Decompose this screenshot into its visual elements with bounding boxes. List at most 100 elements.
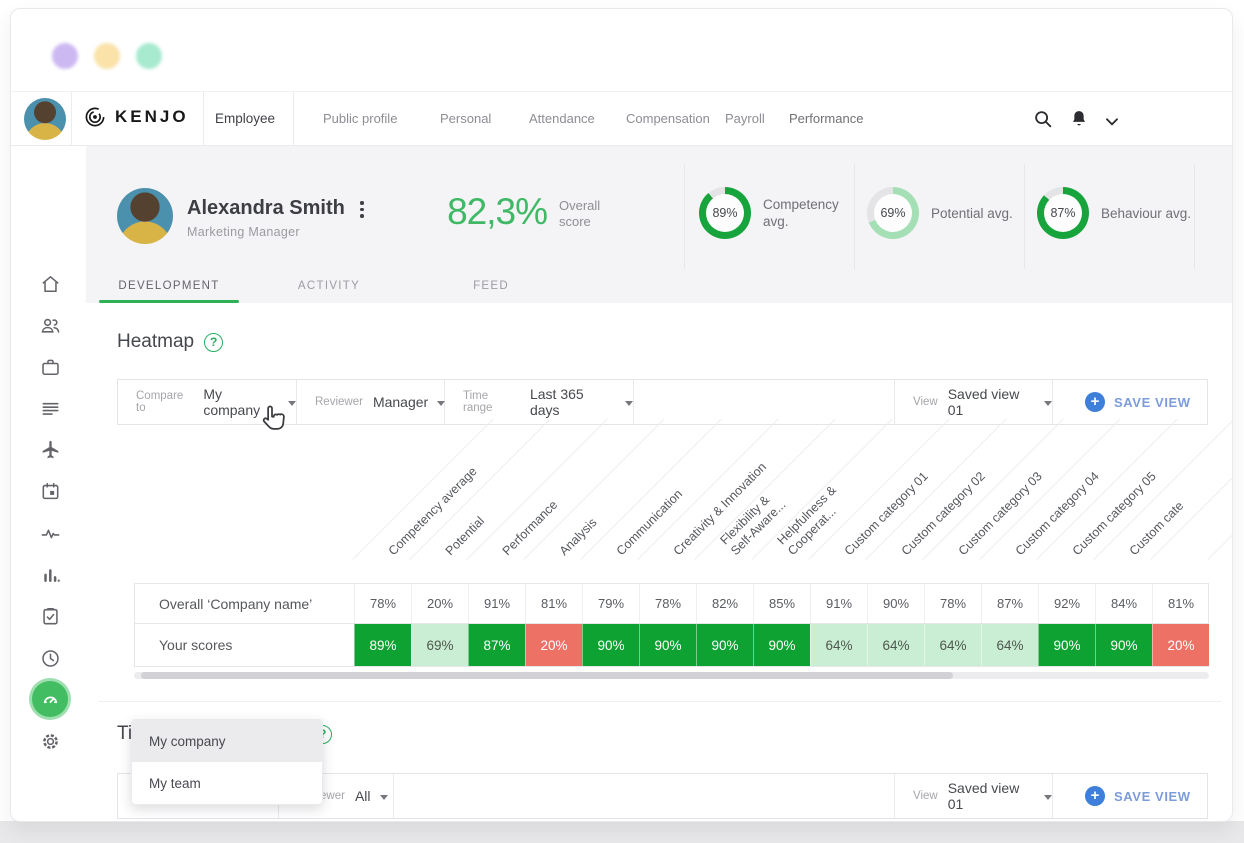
column-header: Custom cate [1127,499,1187,559]
tab-activity[interactable]: ACTIVITY [279,269,379,303]
tab-attendance[interactable]: Attendance [529,111,595,126]
heatmap-cell: 64% [981,624,1038,666]
sidebar-item-travel[interactable] [30,430,70,470]
heatmap-cell: 20% [525,624,582,666]
profile-avatar [117,188,173,244]
chevron-down-icon [437,401,445,406]
profile-header: Alexandra Smith Marketing Manager 82,3% … [86,146,1233,303]
chrome-dot-green [136,43,162,69]
diagonal-line [352,419,498,560]
filter-value: All [355,788,371,804]
filter-value: Saved view 01 [948,386,1035,418]
section-divider [98,701,1222,702]
home-icon [39,273,62,296]
bar-chart-icon [39,564,62,587]
donut-value: 89% [699,187,751,239]
sidebar-item-calendar[interactable] [30,471,70,511]
cursor-hand-icon [258,403,290,435]
kenjo-logo[interactable]: KENJO [83,105,189,129]
horizontal-scrollbar-thumb[interactable] [141,672,953,679]
filter-label: Time range [463,390,520,414]
sidebar-item-time-tracking[interactable] [30,638,70,678]
view-filter[interactable]: View Saved view 01 [894,380,1052,424]
sidebar-item-recruitment[interactable] [30,347,70,387]
save-view-label: SAVE VIEW [1114,789,1191,804]
heatmap-title: Heatmap [117,331,194,353]
column-header: Performance [500,498,561,559]
search-icon[interactable] [1032,108,1054,130]
view-filter[interactable]: View Saved view 01 [894,774,1052,818]
app-window: KENJO Employee Public profile Personal A… [10,8,1233,822]
kebab-menu[interactable] [360,201,364,218]
heatmap-cell: 90% [1095,624,1152,666]
potential-stat: 69% Potential avg. [867,187,1025,239]
divider [1194,164,1195,269]
donut-value: 69% [867,187,919,239]
stat-label: Competency avg. [763,196,857,230]
heatmap-cell: 91% [468,584,525,623]
chrome-dot-yellow [94,43,120,69]
filter-value: Saved view 01 [948,780,1035,812]
tab-feed[interactable]: FEED [451,269,531,303]
page: KENJO Employee Public profile Personal A… [0,0,1244,843]
tab-performance[interactable]: Performance [789,111,863,126]
heatmap-table: Overall ‘Company name’ 78% 20% 91% 81% 7… [134,583,1209,667]
tab-compensation[interactable]: Compensation [626,111,710,126]
divider [293,92,294,146]
tab-payroll[interactable]: Payroll [725,111,765,126]
heatmap-cell: 92% [1038,584,1095,623]
dropdown-option-my-company[interactable]: My company [132,720,322,762]
tab-employee[interactable]: Employee [215,111,275,126]
heatmap-cell: 64% [924,624,981,666]
dropdown-option-my-team[interactable]: My team [132,762,322,804]
chevron-down-icon[interactable] [1101,111,1123,133]
heatmap-cell: 81% [1152,584,1209,623]
sidebar-item-tasks[interactable] [30,388,70,428]
list-icon [39,397,62,420]
chrome-dot-purple [52,43,78,69]
diagonal-line [1036,419,1182,560]
sidebar-item-reviews[interactable] [30,596,70,636]
calendar-icon [39,480,62,503]
heatmap-cell: 20% [411,584,468,623]
tab-development[interactable]: DEVELOPMENT [99,269,239,303]
sidebar-item-dashboard-active[interactable] [32,681,68,717]
help-icon[interactable]: ? [204,333,223,352]
diagonal-line [865,419,1011,560]
diagonal-line [409,419,555,560]
sidebar-item-employees[interactable] [30,305,70,345]
reviewer-filter[interactable]: Reviewer Manager [297,380,445,424]
sidebar-item-home[interactable] [30,264,70,304]
user-avatar[interactable] [24,98,66,140]
tab-public-profile[interactable]: Public profile [323,111,397,126]
clipboard-check-icon [39,605,62,628]
heatmap-cell: 84% [1095,584,1152,623]
divider [71,92,72,146]
save-view-button[interactable]: + SAVE VIEW [1052,774,1209,818]
clock-icon [39,647,62,670]
heatmap-cell: 85% [753,584,810,623]
diagonal-line [580,419,726,560]
airplane-icon [39,439,62,462]
heatmap-cell: 64% [810,624,867,666]
divider [203,92,204,146]
sidebar-item-analytics[interactable] [30,555,70,595]
competency-donut: 89% [699,187,751,239]
sidebar-item-settings[interactable] [30,721,70,761]
column-header: Analysis [557,515,600,558]
behaviour-donut: 87% [1037,187,1089,239]
diagonal-line [1093,419,1233,560]
tab-personal[interactable]: Personal [440,111,491,126]
heatmap-cell: 90% [582,624,639,666]
divider [854,164,855,269]
time-range-filter[interactable]: Time range Last 365 days [445,380,634,424]
heatmap-cell: 64% [867,624,924,666]
heatmap-cell: 81% [525,584,582,623]
compare-to-dropdown: My company My team [131,719,323,805]
chevron-down-icon [625,401,633,406]
sidebar-item-performance[interactable] [30,513,70,553]
gauge-icon [40,689,61,710]
pulse-icon [39,522,62,545]
notifications-bell-icon[interactable] [1068,108,1090,130]
save-view-button[interactable]: + SAVE VIEW [1052,380,1209,424]
